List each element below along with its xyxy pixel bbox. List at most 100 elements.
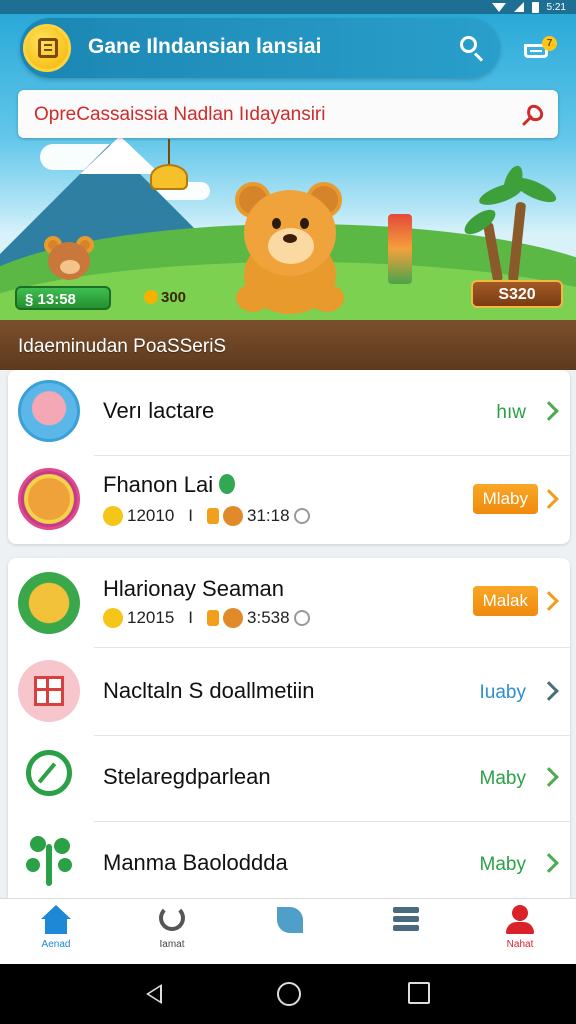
chevron-right-icon[interactable] (539, 591, 559, 611)
refresh-ring (159, 905, 185, 931)
home-base (45, 918, 67, 934)
nav-refresh-label: Iamat (159, 939, 185, 950)
profile-head (512, 905, 528, 921)
list-item[interactable]: Stelaregdparlean Maby (8, 736, 570, 822)
badge-icon (207, 610, 220, 626)
chevron-right-icon[interactable] (539, 401, 559, 421)
currency-chip[interactable]: § 13:58 (15, 286, 111, 310)
recent-apps-icon[interactable] (408, 982, 430, 1004)
bear-foot (236, 284, 270, 312)
meta-count: 12015 (127, 608, 175, 627)
bear-avatar (18, 468, 80, 530)
coin-value: 300 (161, 289, 187, 306)
coin-icon (103, 506, 123, 526)
grid-line (37, 688, 61, 691)
list-item-action[interactable]: Iuaby (480, 682, 526, 704)
coin-icon (103, 608, 123, 628)
verified-icon (219, 474, 236, 494)
nav-refresh[interactable]: Iamat (132, 905, 212, 961)
list-item-title: Stelaregdparlean (103, 764, 271, 789)
profile-body (506, 922, 534, 934)
tree-leaf (30, 836, 46, 852)
bear-nose (283, 234, 297, 243)
nav-leaf[interactable] (250, 905, 330, 961)
list-item-title: Manma Baoloddda (103, 850, 288, 875)
list-item[interactable]: Fhanon Lai 12010 I 31:18 Mlaby (8, 456, 570, 544)
status-time: 5:21 (546, 1, 566, 13)
list-item-action[interactable]: hıw (496, 402, 526, 424)
score-chip[interactable]: S320 (471, 280, 563, 308)
list-item-title-text: Fhanon Lai (103, 472, 214, 497)
play-button[interactable]: Malak (472, 586, 538, 616)
notice-banner[interactable]: OpreCassaissia Nadlan Iıdayansiri (18, 90, 558, 138)
pig-avatar (18, 380, 80, 442)
list-item[interactable]: Manma Baoloddda Maby (8, 822, 570, 898)
nav-profile[interactable]: Nahat (480, 905, 560, 961)
bear-mini-icon (223, 608, 244, 628)
nav-stack[interactable] (366, 905, 446, 961)
app-title: Gane Ilndansian lansiai (88, 35, 322, 58)
home-roof (41, 905, 71, 919)
meta-time: 3:538 (247, 608, 290, 627)
chevron-right-icon[interactable] (539, 489, 559, 509)
pin-icon[interactable] (520, 102, 546, 128)
meta-time: 31:18 (247, 506, 290, 525)
status-bar: 5:21 (0, 0, 576, 14)
battery-icon (531, 1, 539, 13)
search-icon (460, 36, 477, 53)
profile-icon (503, 905, 537, 935)
leaf-icon (273, 905, 307, 935)
section-title: Idaeminudan PoaSSeriS (18, 336, 227, 357)
duck-avatar (18, 572, 80, 634)
cart-button[interactable]: 7 (520, 34, 557, 70)
bear-foot (310, 284, 344, 312)
back-icon[interactable] (146, 984, 162, 1004)
badge-icon (207, 508, 220, 524)
totem-icon (388, 214, 412, 284)
home-icon (39, 905, 73, 935)
list-item-title: Hlarionay Seaman (103, 576, 284, 601)
heart-icon[interactable] (293, 508, 310, 524)
chevron-right-icon[interactable] (539, 853, 559, 873)
lantern-icon (150, 164, 188, 190)
tree-trunk (46, 844, 52, 886)
list-item[interactable]: Hlarionay Seaman 12015 I 3:538 Malak (8, 558, 570, 648)
notice-text: OpreCassaissia Nadlan Iıdayansiri (34, 104, 326, 125)
coin-chip[interactable]: 300 (136, 286, 214, 310)
currency-value: § 13:58 (25, 291, 76, 308)
home-circle-icon[interactable] (277, 982, 301, 1006)
meta-separator: I (188, 608, 194, 627)
list-item-action[interactable]: Maby (480, 768, 526, 790)
bear-eye (272, 218, 281, 229)
list-item-title: Verı lactare (103, 398, 215, 423)
document-icon (38, 38, 58, 58)
heart-icon[interactable] (293, 610, 310, 626)
meta-separator: I (188, 506, 194, 525)
list-item[interactable]: Nacltaln S doallmetiin Iuaby (8, 648, 570, 736)
tree-icon (18, 830, 80, 892)
leaf-circle-icon (26, 750, 72, 796)
bear-mini-icon (223, 506, 244, 526)
list-item-title: Fhanon Lai (103, 472, 236, 498)
wifi-icon (491, 2, 506, 12)
lantern-string (168, 139, 170, 165)
play-button[interactable]: Mlaby (472, 484, 538, 514)
mountain-snow (80, 136, 160, 174)
nav-home[interactable]: Aenad (16, 905, 96, 961)
chevron-right-icon[interactable] (539, 767, 559, 787)
system-navigation-bar (0, 964, 576, 1024)
list-item[interactable]: Verı lactare hıw (8, 370, 570, 456)
tree-leaf (54, 838, 70, 854)
search-icon-handle (473, 52, 484, 62)
list-item-action[interactable]: Maby (480, 854, 526, 876)
app-bar: Gane Ilndansian lansiai (20, 18, 500, 78)
app-logo-icon[interactable] (23, 24, 71, 72)
tree-leaf (26, 858, 40, 872)
leaf-stem (37, 762, 57, 784)
stack-layer (393, 907, 419, 913)
refresh-icon (155, 905, 189, 935)
chevron-right-icon[interactable] (539, 681, 559, 701)
list-item-meta: 12010 I 31:18 (103, 506, 310, 526)
search-button[interactable] (456, 32, 488, 64)
nav-profile-label: Nahat (506, 939, 534, 950)
